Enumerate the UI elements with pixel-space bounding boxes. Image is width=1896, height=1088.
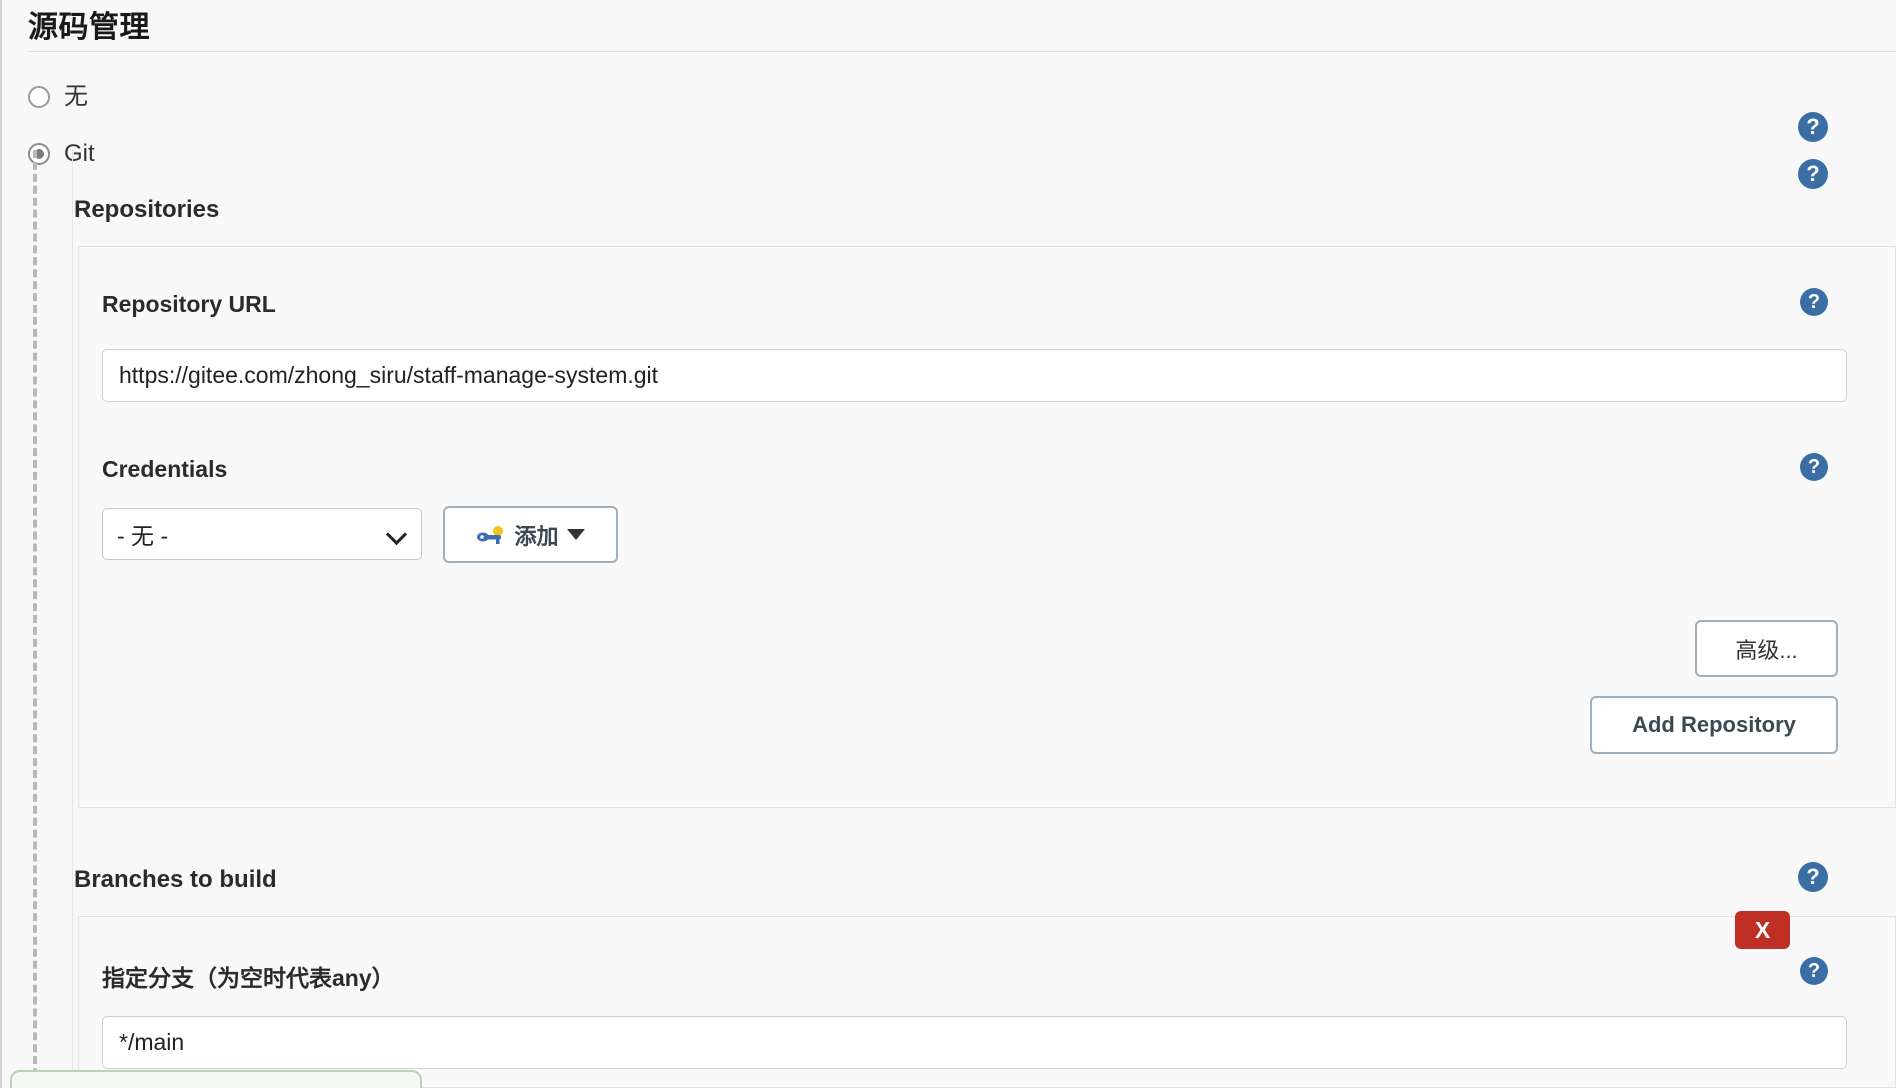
branch-specifier-label: 指定分支（为空时代表any） (102, 965, 395, 991)
page-title: 源码管理 (28, 11, 150, 44)
repository-url-label: Repository URL (102, 291, 276, 317)
caret-down-icon (566, 529, 585, 540)
key-icon (476, 524, 506, 546)
nested-block-rule (72, 150, 73, 1070)
title-divider (28, 51, 1896, 52)
credentials-label: Credentials (102, 456, 228, 482)
scm-option-none-label: 无 (64, 83, 88, 110)
help-icon-branches[interactable]: ? (1798, 862, 1828, 892)
help-icon-credentials[interactable]: ? (1800, 453, 1828, 481)
branch-specifier-input[interactable]: */main (102, 1016, 1847, 1069)
scm-configuration-page: 源码管理 无 Git Repositories Repository URL h… (0, 0, 1896, 1088)
repositories-heading: Repositories (74, 196, 220, 223)
help-icon-repository-url[interactable]: ? (1800, 288, 1828, 316)
credentials-select-value: - 无 - (117, 523, 169, 549)
credentials-select[interactable]: - 无 - (102, 508, 422, 560)
help-icon-branch-specifier[interactable]: ? (1800, 957, 1828, 985)
nested-block-guide (33, 150, 37, 1088)
help-icon-git[interactable]: ? (1798, 112, 1828, 142)
scm-option-git[interactable]: Git (28, 142, 95, 166)
add-credentials-button[interactable]: 添加 (443, 506, 618, 563)
add-repository-button-label: Add Repository (1632, 712, 1796, 737)
help-icon-repositories[interactable]: ? (1798, 159, 1828, 189)
delete-branch-button[interactable]: X (1735, 911, 1790, 949)
radio-git[interactable] (28, 143, 50, 165)
bottom-section-panel (10, 1070, 422, 1088)
branches-heading: Branches to build (74, 866, 277, 893)
add-credentials-label: 添加 (514, 523, 559, 549)
chevron-down-icon (387, 524, 407, 544)
repository-url-input[interactable]: https://gitee.com/zhong_siru/staff-manag… (102, 349, 1847, 402)
add-repository-button[interactable]: Add Repository (1590, 696, 1838, 754)
scm-option-none[interactable]: 无 (28, 85, 88, 109)
delete-branch-label: X (1754, 916, 1771, 943)
scm-option-git-label: Git (64, 140, 95, 167)
advanced-button[interactable]: 高级... (1695, 620, 1838, 677)
radio-none[interactable] (28, 86, 50, 108)
advanced-button-label: 高级... (1735, 637, 1798, 663)
